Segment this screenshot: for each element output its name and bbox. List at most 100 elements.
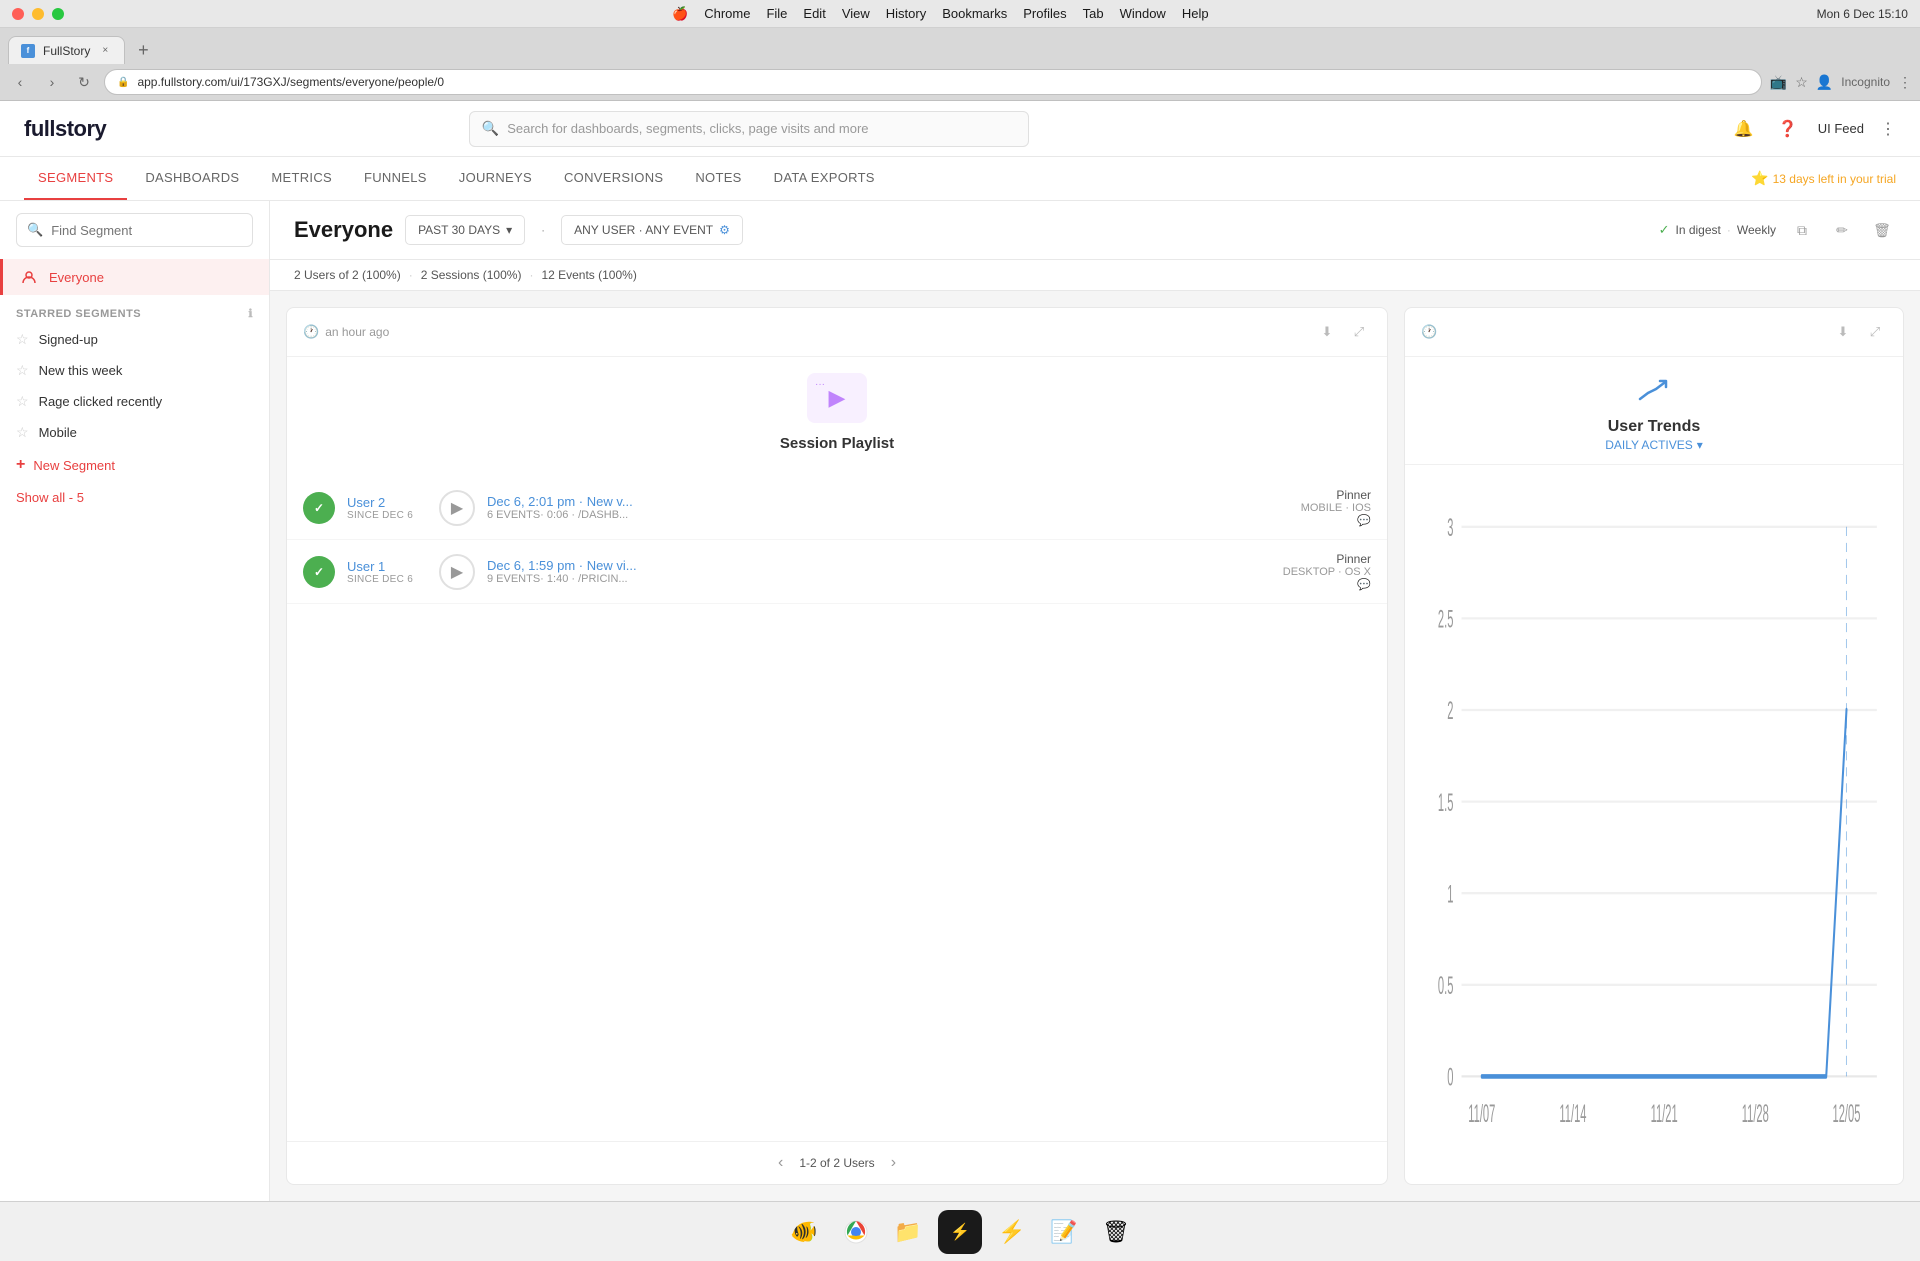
next-page-btn[interactable]: ›	[891, 1154, 896, 1172]
menu-icon[interactable]: ⋮	[1898, 74, 1912, 91]
forward-btn[interactable]: ›	[40, 70, 64, 94]
stats-sep-1: ·	[409, 268, 413, 282]
event-filter-btn[interactable]: ANY USER · ANY EVENT ⚙	[561, 215, 743, 245]
notifications-icon[interactable]: 🔔	[1730, 115, 1758, 143]
mac-maximize-btn[interactable]	[52, 8, 64, 20]
header-actions: 🔔 ❓ UI Feed ⋮	[1730, 115, 1896, 143]
trial-star-icon: ⭐	[1751, 170, 1768, 187]
starred-item-signed-up[interactable]: ☆ Signed-up	[0, 324, 269, 355]
svg-text:0: 0	[1447, 1064, 1453, 1092]
dock-finder-icon[interactable]: 🐠	[782, 1210, 826, 1254]
starred-item-rage-clicked[interactable]: ☆ Rage clicked recently	[0, 386, 269, 417]
global-search-bar[interactable]: 🔍 Search for dashboards, segments, click…	[469, 111, 1029, 147]
mac-profiles-menu[interactable]: Profiles	[1023, 6, 1066, 21]
mac-history-menu[interactable]: History	[886, 6, 926, 21]
profile-icon[interactable]: 👤	[1816, 74, 1833, 91]
nav-item-data-exports[interactable]: DATA EXPORTS	[760, 157, 889, 200]
star-icon-new-this-week: ☆	[16, 362, 29, 379]
trends-download-btn[interactable]: ⬇	[1831, 320, 1855, 344]
sidebar-item-everyone[interactable]: Everyone	[0, 259, 269, 295]
url-bar[interactable]: 🔒 app.fullstory.com/ui/173GXJ/segments/e…	[104, 69, 1762, 95]
search-placeholder-text: Search for dashboards, segments, clicks,…	[507, 121, 868, 136]
sessions-stat: 2 Sessions (100%)	[421, 268, 522, 282]
app-nav: SEGMENTS DASHBOARDS METRICS FUNNELS JOUR…	[0, 157, 1920, 201]
help-icon[interactable]: ❓	[1774, 115, 1802, 143]
chart-container: 3 2.5 2 1.5 1 0.5 0 11/07 11/14 11/21 11…	[1405, 465, 1903, 1184]
playlist-panel-actions: ⬇ ⤢	[1315, 320, 1371, 344]
dock-trash-icon[interactable]: 🗑	[1094, 1210, 1138, 1254]
mac-edit-menu[interactable]: Edit	[803, 6, 825, 21]
mac-window-menu[interactable]: Window	[1120, 6, 1166, 21]
session-user-name: User 1	[347, 559, 427, 574]
header-more-btn[interactable]: ⋮	[1880, 119, 1896, 139]
new-tab-btn[interactable]: +	[129, 36, 157, 64]
segment-search-input[interactable]	[51, 223, 242, 238]
starred-item-mobile[interactable]: ☆ Mobile	[0, 417, 269, 448]
everyone-icon	[19, 267, 39, 287]
mac-file-menu[interactable]: File	[766, 6, 787, 21]
starred-info-icon[interactable]: ℹ	[248, 307, 253, 320]
dock-bookmarks-icon[interactable]: 📁	[886, 1210, 930, 1254]
session-row[interactable]: ✓ User 1 SINCE DEC 6 ▶ Dec 6, 1:59 pm · …	[287, 540, 1387, 604]
svg-text:2.5: 2.5	[1438, 606, 1454, 634]
copy-btn[interactable]: ⧉	[1788, 216, 1816, 244]
cast-icon[interactable]: 📺	[1770, 74, 1787, 91]
session-link[interactable]: Dec 6, 2:01 pm · New v...	[487, 494, 1289, 509]
tab-favicon: f	[21, 44, 35, 58]
app-logo[interactable]: fullstory	[24, 116, 106, 142]
tab-close-btn[interactable]: ×	[98, 44, 112, 58]
dock-notes-icon[interactable]: 📝	[1042, 1210, 1086, 1254]
session-link[interactable]: Dec 6, 1:59 pm · New vi...	[487, 558, 1271, 573]
session-comment-icon: 💬	[1357, 515, 1371, 527]
active-tab[interactable]: f FullStory ×	[8, 36, 125, 64]
reload-btn[interactable]: ↻	[72, 70, 96, 94]
ui-feed-button[interactable]: UI Feed	[1818, 121, 1864, 136]
star-icon-signed-up: ☆	[16, 331, 29, 348]
mac-tab-menu[interactable]: Tab	[1083, 6, 1104, 21]
pagination: ‹ 1-2 of 2 Users ›	[287, 1141, 1387, 1184]
playlist-dots: ···	[815, 379, 825, 390]
nav-item-segments[interactable]: SEGMENTS	[24, 157, 127, 200]
ssl-icon: 🔒	[117, 77, 129, 88]
mac-minimize-btn[interactable]	[32, 8, 44, 20]
main-layout: 🔍 Everyone STARRED SEGMENTS ℹ ☆ Signed-	[0, 201, 1920, 1201]
nav-item-metrics[interactable]: METRICS	[257, 157, 346, 200]
dock-terminal-icon[interactable]: ⚡	[938, 1210, 982, 1254]
segment-header-actions: ✓ In digest · Weekly ⧉ ✏ 🗑	[1659, 216, 1896, 244]
nav-item-dashboards[interactable]: DASHBOARDS	[131, 157, 253, 200]
session-play-btn[interactable]: ▶	[439, 490, 475, 526]
mac-help-menu[interactable]: Help	[1182, 6, 1209, 21]
playlist-expand-btn[interactable]: ⤢	[1347, 320, 1371, 344]
nav-item-conversions[interactable]: CONVERSIONS	[550, 157, 677, 200]
mac-view-menu[interactable]: View	[842, 6, 870, 21]
date-filter-btn[interactable]: PAST 30 DAYS ▾	[405, 215, 525, 245]
dock-bolt-icon[interactable]: ⚡	[990, 1210, 1034, 1254]
delete-btn[interactable]: 🗑	[1868, 216, 1896, 244]
dock-chrome-icon[interactable]	[834, 1210, 878, 1254]
starred-item-new-this-week[interactable]: ☆ New this week	[0, 355, 269, 386]
new-segment-btn[interactable]: + New Segment	[0, 448, 269, 482]
session-playlist-panel: 🕐 an hour ago ⬇ ⤢ ··· ▶	[286, 307, 1388, 1185]
segment-search[interactable]: 🔍	[16, 213, 253, 247]
back-btn[interactable]: ‹	[8, 70, 32, 94]
mac-bookmarks-menu[interactable]: Bookmarks	[942, 6, 1007, 21]
app-container: fullstory 🔍 Search for dashboards, segme…	[0, 101, 1920, 1201]
show-all-link[interactable]: Show all - 5	[0, 482, 269, 513]
mac-apple-menu[interactable]: 🍎	[672, 6, 688, 22]
edit-btn[interactable]: ✏	[1828, 216, 1856, 244]
trends-expand-btn[interactable]: ⤢	[1863, 320, 1887, 344]
nav-item-journeys[interactable]: JOURNEYS	[445, 157, 546, 200]
mac-menu-bar: 🍎 Chrome File Edit View History Bookmark…	[672, 6, 1209, 22]
bookmark-icon[interactable]: ☆	[1795, 74, 1808, 91]
trend-subtitle[interactable]: DAILY ACTIVES ▾	[1605, 438, 1703, 452]
nav-item-funnels[interactable]: FUNNELS	[350, 157, 441, 200]
session-play-btn[interactable]: ▶	[439, 554, 475, 590]
playlist-download-btn[interactable]: ⬇	[1315, 320, 1339, 344]
nav-item-notes[interactable]: NOTES	[681, 157, 755, 200]
mac-close-btn[interactable]	[12, 8, 24, 20]
extensions-icon[interactable]: Incognito	[1841, 75, 1890, 89]
prev-page-btn[interactable]: ‹	[778, 1154, 783, 1172]
session-row[interactable]: ✓ User 2 SINCE DEC 6 ▶ Dec 6, 2:01 pm · …	[287, 476, 1387, 540]
mac-chrome-menu[interactable]: Chrome	[704, 6, 750, 21]
dock: 🐠 📁 ⚡ ⚡ 📝 🗑	[0, 1201, 1920, 1261]
